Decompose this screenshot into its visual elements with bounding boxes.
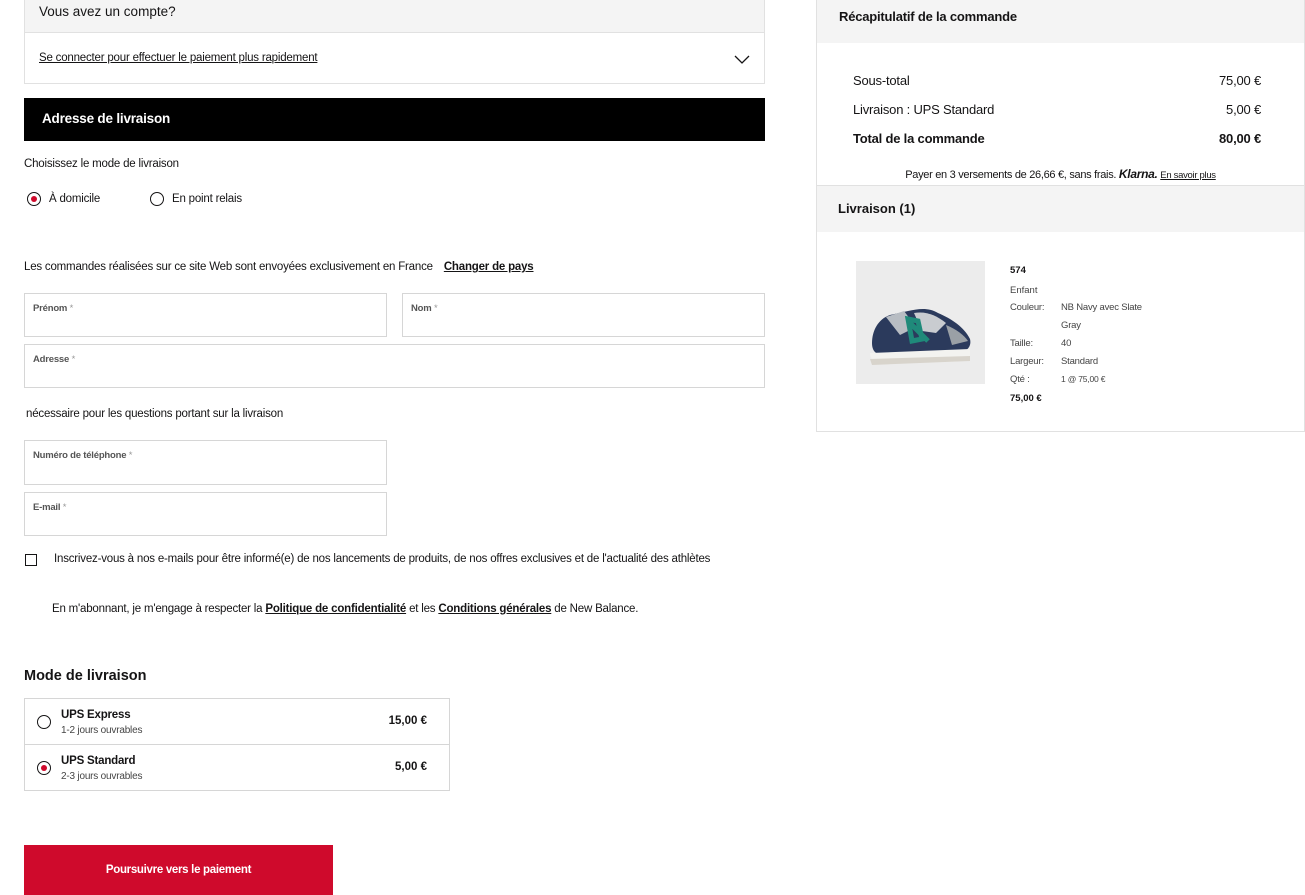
color-label: Couleur: xyxy=(1010,302,1045,313)
terms-text: En m'abonnant, je m'engage à respecter l… xyxy=(52,603,638,615)
login-link[interactable]: Se connecter pour effectuer le paiement … xyxy=(39,52,318,64)
change-country-link[interactable]: Changer de pays xyxy=(444,261,534,273)
delivery-mode-label: Choisissez le mode de livraison xyxy=(24,158,179,170)
klarna-logo: Klarna. xyxy=(1118,167,1158,181)
first-name-label: Prénom * xyxy=(33,303,74,314)
last-name-field[interactable]: Nom * xyxy=(402,293,765,337)
ups-express-option[interactable]: UPS Express 1-2 jours ouvrables 15,00 € xyxy=(25,699,449,745)
relay-delivery-radio[interactable] xyxy=(150,192,164,206)
privacy-link[interactable]: Politique de confidentialité xyxy=(265,603,406,615)
address-label: Adresse * xyxy=(33,354,76,365)
klarna-banner: Payer en 3 versements de 26,66 €, sans f… xyxy=(817,167,1304,181)
email-field[interactable]: E-mail * xyxy=(24,492,387,536)
conditions-link[interactable]: Conditions générales xyxy=(438,603,551,615)
qty-label: Qté : xyxy=(1010,374,1030,385)
ups-standard-radio[interactable] xyxy=(37,761,51,775)
shipping-value: 5,00 € xyxy=(1226,102,1261,117)
france-notice-text: Les commandes réalisées sur ce site Web … xyxy=(24,261,433,273)
newsletter-text: Inscrivez-vous à nos e-mails pour être i… xyxy=(54,553,711,565)
continue-to-payment-button[interactable]: Poursuivre vers le paiement xyxy=(24,845,333,895)
account-panel: Vous avez un compte? Se connecter pour e… xyxy=(24,0,765,84)
total-label: Total de la commande xyxy=(853,131,985,146)
phone-label: Numéro de téléphone * xyxy=(33,450,133,461)
product-category: Enfant xyxy=(1010,285,1038,296)
klarna-text: Payer en 3 versements de 26,66 €, sans f… xyxy=(905,169,1117,181)
ups-express-name: UPS Express xyxy=(61,709,131,721)
phone-note: nécessaire pour les questions portant su… xyxy=(26,408,284,420)
order-summary: Récapitulatif de la commande Sous-total … xyxy=(816,0,1305,432)
relay-delivery-option[interactable]: En point relais xyxy=(150,192,242,206)
ups-express-duration: 1-2 jours ouvrables xyxy=(61,725,143,736)
ups-express-radio[interactable] xyxy=(37,715,51,729)
product-price: 75,00 € xyxy=(1010,393,1042,404)
home-delivery-label: À domicile xyxy=(49,193,101,205)
product-name: 574 xyxy=(1010,265,1026,276)
chevron-down-icon[interactable] xyxy=(734,55,750,65)
color-value-line2: Gray xyxy=(1061,320,1081,331)
width-value: Standard xyxy=(1061,356,1098,367)
terms-post: de New Balance. xyxy=(551,603,639,615)
delivery-mode-options: UPS Express 1-2 jours ouvrables 15,00 € … xyxy=(24,698,450,791)
shipping-row: Livraison : UPS Standard 5,00 € xyxy=(853,102,1261,117)
sneaker-icon xyxy=(856,261,985,384)
width-label: Largeur: xyxy=(1010,356,1044,367)
subtotal-row: Sous-total 75,00 € xyxy=(853,73,1261,88)
ups-standard-duration: 2-3 jours ouvrables xyxy=(61,771,143,782)
ups-standard-name: UPS Standard xyxy=(61,755,136,767)
product-image xyxy=(856,261,985,384)
email-label: E-mail * xyxy=(33,502,67,513)
relay-delivery-label: En point relais xyxy=(172,193,242,205)
phone-field[interactable]: Numéro de téléphone * xyxy=(24,440,387,485)
france-notice: Les commandes réalisées sur ce site Web … xyxy=(24,261,534,273)
shipping-address-header: Adresse de livraison xyxy=(24,98,765,141)
ups-standard-price: 5,00 € xyxy=(395,761,427,773)
qty-value: 1 @ 75,00 € xyxy=(1061,374,1106,384)
summary-title: Récapitulatif de la commande xyxy=(817,0,1304,43)
klarna-learn-more-link[interactable]: En savoir plus xyxy=(1160,170,1216,181)
terms-pre: En m'abonnant, je m'engage à respecter l… xyxy=(52,603,266,615)
address-field[interactable]: Adresse * xyxy=(24,344,765,388)
account-title: Vous avez un compte? xyxy=(25,0,764,33)
total-value: 80,00 € xyxy=(1219,131,1261,146)
first-name-field[interactable]: Prénom * xyxy=(24,293,387,337)
size-label: Taille: xyxy=(1010,338,1033,349)
subtotal-label: Sous-total xyxy=(853,73,910,88)
delivery-count-title: Livraison (1) xyxy=(817,185,1304,232)
color-value: NB Navy avec Slate xyxy=(1061,302,1142,313)
size-value: 40 xyxy=(1061,338,1072,349)
home-delivery-option[interactable]: À domicile xyxy=(27,192,100,206)
shipping-label: Livraison : UPS Standard xyxy=(853,102,995,117)
ups-express-price: 15,00 € xyxy=(388,715,427,727)
subtotal-value: 75,00 € xyxy=(1219,73,1261,88)
last-name-label: Nom * xyxy=(411,303,438,314)
delivery-mode-title: Mode de livraison xyxy=(24,668,147,684)
home-delivery-radio[interactable] xyxy=(27,192,41,206)
ups-standard-option[interactable]: UPS Standard 2-3 jours ouvrables 5,00 € xyxy=(25,745,449,791)
terms-mid: et les xyxy=(406,603,439,615)
newsletter-checkbox[interactable] xyxy=(25,554,37,566)
total-row: Total de la commande 80,00 € xyxy=(853,131,1261,146)
